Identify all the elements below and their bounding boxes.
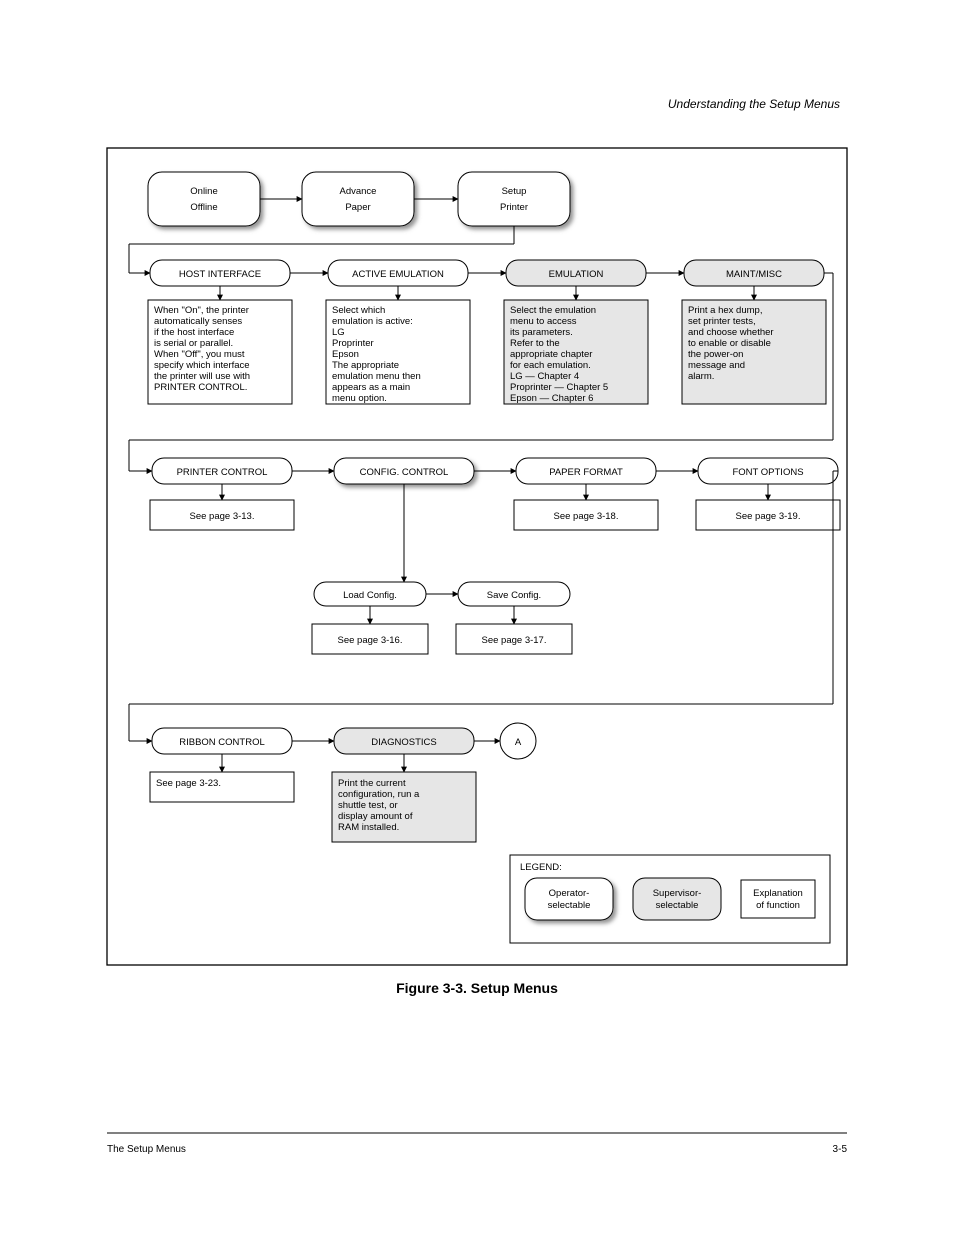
diagram-canvas: Understanding the Setup Menus Figure 3-3… (0, 0, 954, 1235)
svg-text:alarm.: alarm. (688, 371, 714, 382)
svg-text:appears as a main: appears as a main (332, 382, 410, 393)
svg-text:appropriate chapter: appropriate chapter (510, 349, 592, 360)
svg-text:RAM installed.: RAM installed. (338, 822, 399, 833)
svg-text:LEGEND:: LEGEND: (520, 862, 562, 873)
figure-caption: Figure 3-3. Setup Menus (396, 980, 558, 996)
svg-text:Advance: Advance (340, 186, 377, 197)
svg-text:Paper: Paper (345, 202, 370, 213)
svg-text:if the host interface: if the host interface (154, 327, 234, 338)
svg-text:selectable: selectable (656, 900, 699, 911)
legend-explanation (741, 880, 815, 918)
svg-text:Refer to the: Refer to the (510, 338, 560, 349)
svg-text:the power-on: the power-on (688, 349, 743, 360)
svg-text:See page 3-13.: See page 3-13. (190, 511, 255, 522)
svg-text:Explanation: Explanation (753, 888, 803, 899)
svg-text:Online: Online (190, 186, 217, 197)
top-key-2 (458, 172, 570, 226)
svg-text:shuttle test, or: shuttle test, or (338, 800, 398, 811)
svg-text:FONT OPTIONS: FONT OPTIONS (732, 467, 803, 478)
svg-text:Proprinter — Chapter 5: Proprinter — Chapter 5 (510, 382, 608, 393)
svg-text:Proprinter: Proprinter (332, 338, 374, 349)
svg-text:When "Off", you must: When "Off", you must (154, 349, 245, 360)
svg-text:for each emulation.: for each emulation. (510, 360, 591, 371)
top-key-1 (302, 172, 414, 226)
svg-text:set printer tests,: set printer tests, (688, 316, 756, 327)
svg-text:Offline: Offline (190, 202, 217, 213)
svg-text:Load Config.: Load Config. (343, 590, 397, 601)
svg-text:LG — Chapter 4: LG — Chapter 4 (510, 371, 579, 382)
top-key-0 (148, 172, 260, 226)
svg-text:PRINTER CONTROL: PRINTER CONTROL (177, 467, 268, 478)
svg-text:message and: message and (688, 360, 745, 371)
svg-text:When "On", the printer: When "On", the printer (154, 305, 249, 316)
svg-text:CONFIG. CONTROL: CONFIG. CONTROL (360, 467, 449, 478)
svg-text:is serial or parallel.: is serial or parallel. (154, 338, 233, 349)
svg-text:EMULATION: EMULATION (549, 269, 604, 280)
svg-text:The appropriate: The appropriate (332, 360, 399, 371)
svg-text:A: A (515, 737, 522, 748)
svg-text:PAPER FORMAT: PAPER FORMAT (549, 467, 623, 478)
footer-left: The Setup Menus (107, 1144, 186, 1155)
svg-text:Epson — Chapter 6: Epson — Chapter 6 (510, 393, 593, 404)
svg-text:its parameters.: its parameters. (510, 327, 573, 338)
svg-text:MAINT/MISC: MAINT/MISC (726, 269, 782, 280)
svg-text:of function: of function (756, 900, 800, 911)
svg-text:See page 3-19.: See page 3-19. (736, 511, 801, 522)
svg-text:selectable: selectable (548, 900, 591, 911)
svg-text:to enable or disable: to enable or disable (688, 338, 771, 349)
svg-text:emulation is active:: emulation is active: (332, 316, 413, 327)
svg-text:menu to access: menu to access (510, 316, 577, 327)
svg-text:Select the emulation: Select the emulation (510, 305, 596, 316)
svg-text:display amount of: display amount of (338, 811, 413, 822)
svg-text:the printer will use with: the printer will use with (154, 371, 250, 382)
svg-text:Setup: Setup (502, 186, 527, 197)
svg-text:Printer: Printer (500, 202, 528, 213)
svg-text:DIAGNOSTICS: DIAGNOSTICS (371, 737, 436, 748)
svg-text:See page 3-17.: See page 3-17. (482, 635, 547, 646)
svg-text:See page 3-23.: See page 3-23. (156, 778, 221, 789)
svg-text:HOST INTERFACE: HOST INTERFACE (179, 269, 261, 280)
legend: LEGEND: Operator- selectable Supervisor-… (510, 855, 830, 943)
svg-text:Epson: Epson (332, 349, 359, 360)
svg-text:Operator-: Operator- (549, 888, 590, 899)
svg-text:configuration, run a: configuration, run a (338, 789, 420, 800)
svg-text:Supervisor-: Supervisor- (653, 888, 702, 899)
svg-text:Save Config.: Save Config. (487, 590, 541, 601)
svg-text:Select which: Select which (332, 305, 385, 316)
legend-sup-selectable (633, 878, 721, 920)
svg-text:menu option.: menu option. (332, 393, 387, 404)
svg-text:See page 3-18.: See page 3-18. (554, 511, 619, 522)
svg-text:LG: LG (332, 327, 345, 338)
svg-text:RIBBON CONTROL: RIBBON CONTROL (179, 737, 265, 748)
svg-text:ACTIVE EMULATION: ACTIVE EMULATION (352, 269, 444, 280)
svg-text:automatically senses: automatically senses (154, 316, 242, 327)
legend-op-selectable (525, 878, 613, 920)
header-right: Understanding the Setup Menus (668, 97, 840, 111)
svg-text:PRINTER CONTROL.: PRINTER CONTROL. (154, 382, 247, 393)
svg-text:Print the current: Print the current (338, 778, 406, 789)
svg-text:specify which interface: specify which interface (154, 360, 250, 371)
footer-right: 3-5 (833, 1144, 848, 1155)
svg-text:Print a hex dump,: Print a hex dump, (688, 305, 762, 316)
svg-text:See page 3-16.: See page 3-16. (338, 635, 403, 646)
svg-text:and choose whether: and choose whether (688, 327, 774, 338)
svg-text:emulation menu then: emulation menu then (332, 371, 421, 382)
